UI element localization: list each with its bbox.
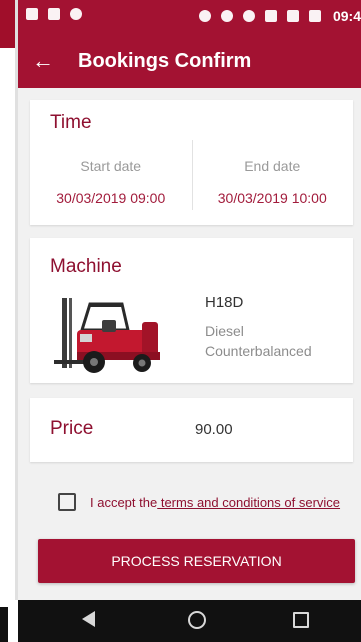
nav-recent-icon[interactable] — [293, 612, 309, 628]
location-icon — [198, 10, 211, 22]
time-card: Time Start date 30/03/2019 09:00 End dat… — [30, 100, 353, 225]
phone-screen: 09:4 ← Bookings Confirm Time Start date … — [18, 0, 361, 642]
shield-icon — [70, 8, 82, 20]
end-date-value: 30/03/2019 10:00 — [217, 190, 327, 206]
status-icons-right: 09:4 — [198, 8, 361, 24]
machine-title: Machine — [50, 256, 122, 277]
end-date-column: End date 30/03/2019 10:00 — [192, 158, 354, 206]
start-date-value: 30/03/2019 09:00 — [56, 190, 166, 206]
alarm-icon — [242, 10, 255, 22]
start-date-label: Start date — [80, 158, 142, 174]
machine-model: H18D — [205, 294, 244, 311]
start-date-column: Start date 30/03/2019 09:00 — [30, 158, 192, 206]
terms-link[interactable]: terms and conditions of service — [157, 495, 340, 510]
navigation-bar — [18, 600, 361, 642]
notification-icon — [26, 8, 38, 20]
machine-card: Machine H18D Diesel Counterbalanced — [30, 238, 353, 383]
n-icon — [48, 8, 60, 20]
nav-back-icon[interactable] — [82, 611, 95, 627]
background-strip — [0, 0, 18, 642]
battery-icon — [308, 10, 321, 22]
status-time: 09:4 — [332, 8, 361, 24]
price-label: Price — [50, 418, 94, 439]
time-title: Time — [50, 112, 92, 133]
machine-type: Counterbalanced — [205, 343, 312, 359]
status-bar: 09:4 — [18, 0, 361, 34]
terms-text: I accept the terms and conditions of ser… — [90, 495, 340, 510]
background-bottom — [0, 607, 8, 642]
terms-checkbox[interactable] — [58, 493, 76, 511]
machine-fuel: Diesel — [205, 323, 244, 339]
forklift-image — [54, 298, 160, 373]
price-value: 90.00 — [195, 421, 233, 438]
status-icons-left — [26, 8, 82, 20]
do-not-disturb-icon — [220, 10, 233, 22]
page-title: Bookings Confirm — [78, 49, 252, 72]
signal-icon — [286, 10, 299, 22]
terms-row: I accept the terms and conditions of ser… — [58, 493, 340, 511]
end-date-label: End date — [244, 158, 301, 174]
nav-home-icon[interactable] — [188, 611, 206, 629]
price-card: Price 90.00 — [30, 398, 353, 462]
app-bar: ← Bookings Confirm — [18, 34, 361, 88]
wifi-icon — [264, 10, 277, 22]
arrow-back-icon[interactable]: ← — [32, 50, 70, 72]
terms-prefix: I accept the — [90, 494, 158, 510]
process-reservation-button[interactable]: PROCESS RESERVATION — [38, 539, 355, 583]
